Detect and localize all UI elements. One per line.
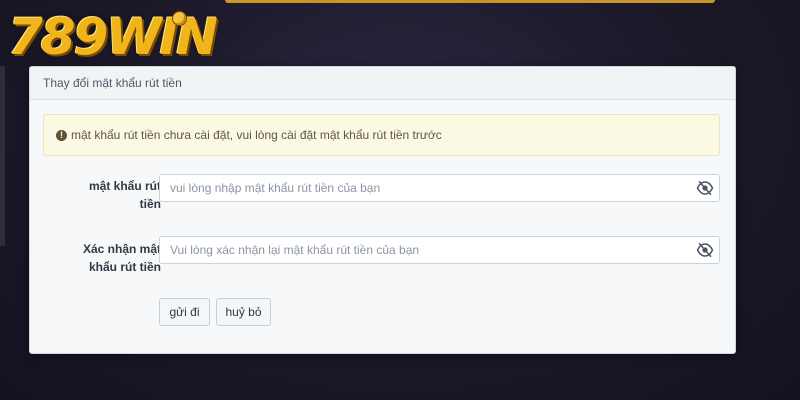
confirm-password-field	[159, 236, 720, 264]
warning-alert: ! mật khẩu rút tiền chưa cài đặt, vui lò…	[43, 114, 720, 156]
label-line: Xác nhận mật	[82, 242, 161, 256]
alert-text: mật khẩu rút tiền chưa cài đặt, vui lòng…	[71, 128, 442, 142]
cancel-button[interactable]: huỷ bỏ	[216, 298, 271, 326]
label-line: tiền	[139, 197, 161, 211]
dialog-title: Thay đổi mật khẩu rút tiền	[43, 76, 182, 90]
label-line: mật khẩu rút	[88, 179, 161, 193]
eye-slash-icon[interactable]	[696, 180, 714, 196]
confirm-password-input[interactable]	[160, 237, 700, 263]
brand-logo[interactable]: 789WIN	[8, 4, 218, 66]
withdrawal-password-field	[159, 174, 720, 202]
confirm-password-label: Xác nhận mật khẩu rút tiền	[43, 240, 161, 276]
submit-button[interactable]: gửi đi	[159, 298, 210, 326]
top-accent-bar	[225, 0, 715, 3]
side-panel-edge	[0, 66, 5, 246]
dialog-header: Thay đổi mật khẩu rút tiền	[30, 67, 735, 100]
eye-slash-icon[interactable]	[696, 242, 714, 258]
withdrawal-password-input[interactable]	[160, 175, 700, 201]
soccer-ball-icon	[172, 11, 187, 26]
exclamation-circle-icon: !	[56, 129, 67, 141]
label-line: khẩu rút tiền	[88, 260, 161, 274]
withdrawal-password-label: mật khẩu rút tiền	[43, 177, 161, 213]
change-withdrawal-password-dialog: Thay đổi mật khẩu rút tiền ! mật khẩu rú…	[29, 66, 736, 354]
